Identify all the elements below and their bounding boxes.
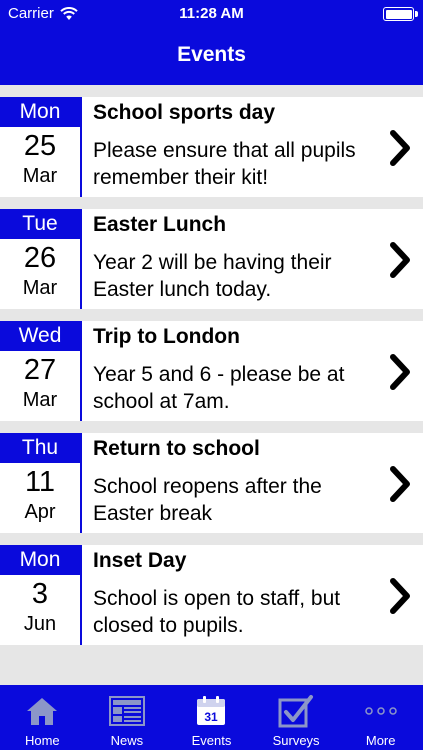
page-title: Events bbox=[177, 43, 246, 66]
event-month: Mar bbox=[22, 165, 58, 187]
status-time: 11:28 AM bbox=[179, 5, 244, 22]
tab-events[interactable]: 31 Events bbox=[169, 685, 254, 750]
battery-icon bbox=[383, 7, 418, 21]
event-title: Inset Day bbox=[93, 549, 187, 572]
event-title: Return to school bbox=[93, 437, 260, 460]
app-header: Carrier 11:28 AM Events bbox=[0, 0, 423, 85]
tab-more[interactable]: More bbox=[338, 685, 423, 750]
date-box: Mon 25 Mar bbox=[0, 97, 82, 197]
event-title: Easter Lunch bbox=[93, 213, 227, 236]
event-title: School sports day bbox=[93, 101, 276, 124]
event-weekday: Thu bbox=[0, 433, 80, 463]
tab-label: News bbox=[110, 733, 144, 748]
event-card[interactable]: Wed 27 Mar Trip to London Year 5 and 6 -… bbox=[0, 321, 423, 421]
event-card[interactable]: Thu 11 Apr Return to school School reope… bbox=[0, 433, 423, 533]
event-card[interactable]: Mon 25 Mar School sports day Please ensu… bbox=[0, 97, 423, 197]
events-list: Mon 25 Mar School sports day Please ensu… bbox=[0, 85, 423, 645]
more-icon bbox=[364, 707, 397, 715]
tab-surveys[interactable]: Surveys bbox=[254, 685, 339, 750]
event-day: 3 bbox=[31, 578, 49, 610]
event-weekday: Mon bbox=[0, 97, 80, 127]
event-weekday: Tue bbox=[0, 209, 80, 239]
news-icon bbox=[108, 696, 145, 726]
date-box: Mon 3 Jun bbox=[0, 545, 82, 645]
event-row[interactable]: Mon 3 Jun Inset Day School is open to st… bbox=[0, 533, 423, 645]
event-day: 11 bbox=[24, 466, 56, 498]
event-description: School is open to staff, but closed to p… bbox=[93, 587, 341, 637]
home-icon bbox=[27, 698, 58, 725]
event-month: Mar bbox=[22, 277, 58, 299]
event-row[interactable]: Mon 25 Mar School sports day Please ensu… bbox=[0, 85, 423, 197]
event-day: 27 bbox=[23, 354, 57, 386]
tab-label: Events bbox=[191, 733, 232, 748]
event-title: Trip to London bbox=[93, 325, 240, 348]
event-day: 25 bbox=[23, 130, 57, 162]
tab-bar: Home News 31 Events Surveys More bbox=[0, 685, 423, 750]
calendar-icon: 31 bbox=[197, 696, 226, 725]
event-row[interactable]: Tue 26 Mar Easter Lunch Year 2 will be h… bbox=[0, 197, 423, 309]
event-month: Mar bbox=[22, 389, 58, 411]
chevron-right-icon[interactable] bbox=[387, 352, 413, 392]
event-row[interactable]: Thu 11 Apr Return to school School reope… bbox=[0, 421, 423, 533]
date-box: Thu 11 Apr bbox=[0, 433, 82, 533]
event-description: School reopens after the Easter break bbox=[93, 475, 322, 525]
tab-news[interactable]: News bbox=[85, 685, 170, 750]
event-card[interactable]: Tue 26 Mar Easter Lunch Year 2 will be h… bbox=[0, 209, 423, 309]
event-description: Year 5 and 6 - please be at school at 7a… bbox=[93, 363, 345, 413]
status-bar: Carrier 11:28 AM bbox=[0, 0, 423, 30]
event-row[interactable]: Wed 27 Mar Trip to London Year 5 and 6 -… bbox=[0, 309, 423, 421]
event-description: Please ensure that all pupils remember t… bbox=[93, 139, 356, 189]
chevron-right-icon[interactable] bbox=[387, 576, 413, 616]
chevron-right-icon[interactable] bbox=[387, 128, 413, 168]
date-box: Wed 27 Mar bbox=[0, 321, 82, 421]
event-description: Year 2 will be having their Easter lunch… bbox=[93, 251, 332, 301]
chevron-right-icon[interactable] bbox=[387, 464, 413, 504]
calendar-badge: 31 bbox=[205, 710, 219, 724]
tab-home[interactable]: Home bbox=[0, 685, 85, 750]
event-weekday: Mon bbox=[0, 545, 80, 575]
tab-label: Surveys bbox=[272, 733, 320, 748]
checkbox-icon bbox=[278, 695, 314, 728]
tab-label: More bbox=[365, 733, 396, 748]
event-card[interactable]: Mon 3 Jun Inset Day School is open to st… bbox=[0, 545, 423, 645]
chevron-right-icon[interactable] bbox=[387, 240, 413, 280]
event-weekday: Wed bbox=[0, 321, 80, 351]
event-day: 26 bbox=[23, 242, 57, 274]
date-box: Tue 26 Mar bbox=[0, 209, 82, 309]
event-month: Apr bbox=[24, 501, 56, 523]
tab-label: Home bbox=[24, 733, 60, 748]
event-month: Jun bbox=[23, 613, 57, 635]
